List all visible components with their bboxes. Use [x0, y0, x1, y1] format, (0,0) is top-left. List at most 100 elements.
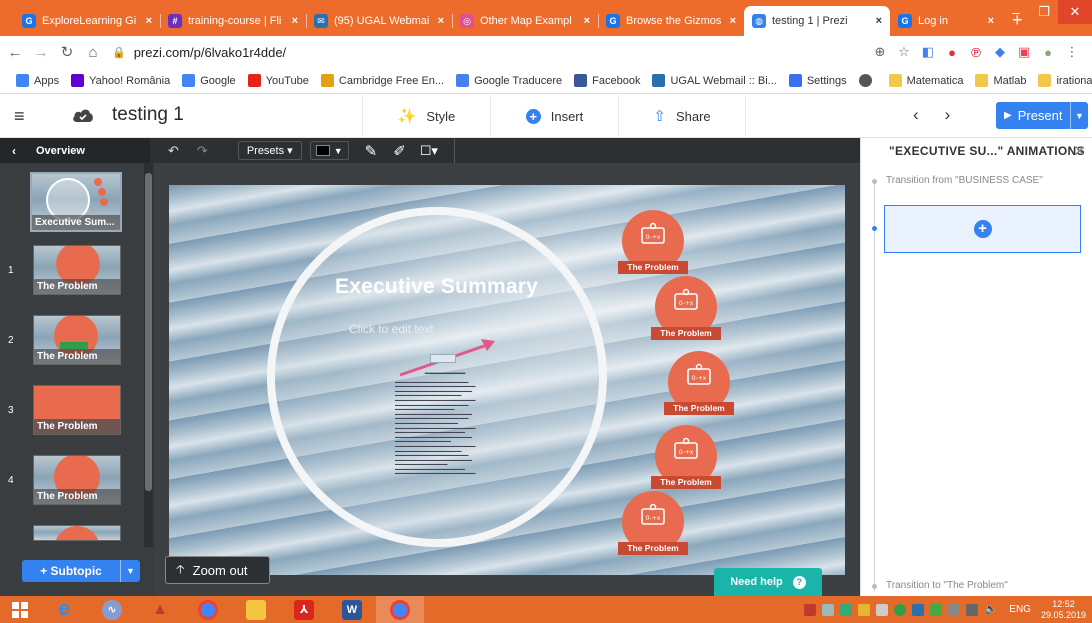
insert-button[interactable]: + Insert: [490, 95, 618, 137]
browser-tab[interactable]: ◎ Other Map Exampl ×: [452, 6, 598, 36]
browser-tab[interactable]: G ExploreLearning Gi ×: [14, 6, 160, 36]
speaker-icon[interactable]: 🔈: [985, 604, 997, 615]
redo-icon[interactable]: ↷: [197, 143, 208, 159]
battery-icon[interactable]: [965, 603, 978, 616]
hamburger-menu-icon[interactable]: ≡: [14, 106, 25, 127]
topic-title[interactable]: Executive Summary: [335, 275, 538, 299]
browser-tab[interactable]: G Log in ×: [890, 6, 1002, 36]
close-icon[interactable]: ×: [438, 15, 444, 27]
subtopic-the-problem-2[interactable]: 0-+x The Problem: [651, 276, 721, 348]
slide-thumbnail-4[interactable]: The Problem: [33, 455, 121, 505]
need-help-button[interactable]: Need help ?: [714, 568, 822, 596]
taskbar-word[interactable]: W: [328, 596, 376, 623]
close-icon[interactable]: ×: [988, 15, 994, 27]
menu-kebab-icon[interactable]: ⋮: [1060, 44, 1084, 60]
chevron-down-icon[interactable]: ▼: [120, 560, 140, 582]
windows-start-icon[interactable]: [0, 596, 40, 623]
pocket-icon[interactable]: ▣: [1012, 44, 1036, 60]
url-field[interactable]: 🔒 prezi.com/p/6lvako1r4dde/: [112, 39, 868, 65]
bookmark-youtube[interactable]: YouTube: [247, 74, 309, 87]
subtopic-the-problem-1[interactable]: 0-+x The Problem: [618, 210, 688, 282]
bookmark-yahoo[interactable]: Yahoo! România: [71, 74, 170, 87]
embedded-image[interactable]: [430, 354, 456, 363]
minimize-icon[interactable]: –: [1002, 0, 1030, 24]
add-animation-button[interactable]: +: [884, 205, 1081, 253]
overview-button[interactable]: ‹ Overview: [0, 138, 150, 163]
slide-thumbnail-3[interactable]: The Problem: [33, 385, 121, 435]
bookmark-google-translate[interactable]: Google Traducere: [456, 74, 562, 87]
presentation-canvas[interactable]: Executive Summary Click to edit text ▬▬▬…: [155, 163, 860, 596]
close-icon[interactable]: ×: [146, 15, 152, 27]
close-icon[interactable]: ×: [730, 15, 736, 27]
taskbar-geogebra[interactable]: ∿: [88, 596, 136, 623]
close-icon[interactable]: ✕: [1073, 142, 1086, 160]
presets-dropdown[interactable]: Presets ▾: [237, 141, 302, 160]
browser-tab-active[interactable]: ◍ testing 1 | Prezi ×: [744, 6, 890, 36]
slide-thumbnail-overview[interactable]: Executive Sum...: [30, 172, 122, 232]
tray-app-icon[interactable]: [893, 603, 906, 616]
slide-thumbnail-5[interactable]: [33, 525, 121, 541]
add-subtopic-button[interactable]: + Subtopic ▼: [22, 560, 140, 582]
slide-thumbnail-2[interactable]: The Problem: [33, 315, 121, 365]
share-button[interactable]: ⇧ Share: [618, 95, 746, 137]
bookmark-folder-irationalitatea[interactable]: irationalitatea: [1038, 74, 1092, 87]
browser-tab[interactable]: G Browse the Gizmos ×: [598, 6, 744, 36]
color-picker[interactable]: ▼: [309, 141, 349, 160]
forward-arrow-icon[interactable]: →: [30, 44, 52, 61]
pinterest-icon[interactable]: ℗: [964, 45, 988, 60]
zoom-icon[interactable]: ⊕: [868, 44, 892, 60]
translate-extension-icon[interactable]: ◧: [916, 44, 940, 60]
browser-tab[interactable]: # training-course | Fli ×: [160, 6, 306, 36]
bookmark-apps[interactable]: Apps: [16, 74, 59, 87]
star-icon[interactable]: ☆: [892, 44, 916, 60]
subtopic-the-problem-3[interactable]: 0-+x The Problem: [664, 351, 734, 423]
pen-thin-icon[interactable]: ✎: [365, 142, 378, 160]
bookmark-ugal-webmail[interactable]: UGAL Webmail :: Bi...: [652, 74, 777, 87]
undo-icon[interactable]: ↶: [168, 143, 179, 159]
tray-app-icon[interactable]: [911, 603, 924, 616]
tray-app-icon[interactable]: [857, 603, 870, 616]
present-main[interactable]: ▶ Present: [996, 108, 1070, 123]
profile-avatar[interactable]: ●: [1036, 45, 1060, 60]
slide-thumbnail-1[interactable]: The Problem: [33, 245, 121, 295]
taskbar-internet-explorer[interactable]: e: [40, 596, 88, 623]
bookmark-settings[interactable]: Settings: [788, 74, 847, 87]
taskbar-chrome-active[interactable]: [376, 596, 424, 623]
tray-app-icon[interactable]: [839, 603, 852, 616]
previous-slide-icon[interactable]: ‹: [913, 105, 919, 125]
tray-app-icon[interactable]: [929, 603, 942, 616]
pen-thick-icon[interactable]: ✐: [393, 142, 406, 160]
close-icon[interactable]: ×: [584, 15, 590, 27]
frame-shape-icon[interactable]: ☐▾: [420, 143, 438, 159]
language-indicator[interactable]: ENG: [1009, 604, 1031, 615]
subtopic-the-problem-4[interactable]: 0-+x The Problem: [651, 425, 721, 497]
bookmark-github[interactable]: [858, 74, 877, 87]
taskbar-chrome[interactable]: [184, 596, 232, 623]
bookmark-extension-icon[interactable]: ◆: [988, 44, 1012, 60]
close-icon[interactable]: ×: [292, 15, 298, 27]
restore-icon[interactable]: ❐: [1030, 0, 1058, 24]
bookmark-folder-matematica[interactable]: Matematica: [888, 74, 963, 87]
present-button[interactable]: ▶ Present ▼: [996, 102, 1088, 129]
extension-icon[interactable]: ●: [940, 45, 964, 60]
taskbar-matlab[interactable]: ▲: [136, 596, 184, 623]
browser-tab[interactable]: ✉ (95) UGAL Webmai ×: [306, 6, 452, 36]
bookmark-cambridge[interactable]: Cambridge Free En...: [320, 74, 444, 87]
document-title[interactable]: testing 1: [112, 104, 184, 126]
zoom-out-button[interactable]: 🡡 Zoom out: [165, 556, 270, 584]
bookmark-facebook[interactable]: Facebook: [574, 74, 640, 87]
tray-app-icon[interactable]: [803, 603, 816, 616]
bookmark-folder-matlab[interactable]: Matlab: [975, 74, 1026, 87]
close-icon[interactable]: ×: [876, 15, 882, 27]
tray-app-icon[interactable]: [821, 603, 834, 616]
sidebar-scrollbar[interactable]: [144, 163, 153, 547]
taskbar-acrobat[interactable]: ⅄: [280, 596, 328, 623]
tray-app-icon[interactable]: [947, 603, 960, 616]
network-signal-icon[interactable]: [875, 603, 888, 616]
bookmark-google[interactable]: Google: [182, 74, 236, 87]
style-button[interactable]: ✨ Style: [362, 95, 490, 137]
taskbar-clock[interactable]: 12:52 29.05.2019: [1041, 599, 1086, 621]
embedded-document[interactable]: ▬▬▬▬▬▬▬▬▬ ▬▬▬▬▬▬▬▬▬▬▬▬▬▬▬▬▬▬▬▬▬ ▬▬▬▬▬▬▬▬…: [395, 370, 495, 476]
reload-icon[interactable]: ↻: [56, 43, 78, 61]
back-arrow-icon[interactable]: ←: [4, 44, 26, 61]
